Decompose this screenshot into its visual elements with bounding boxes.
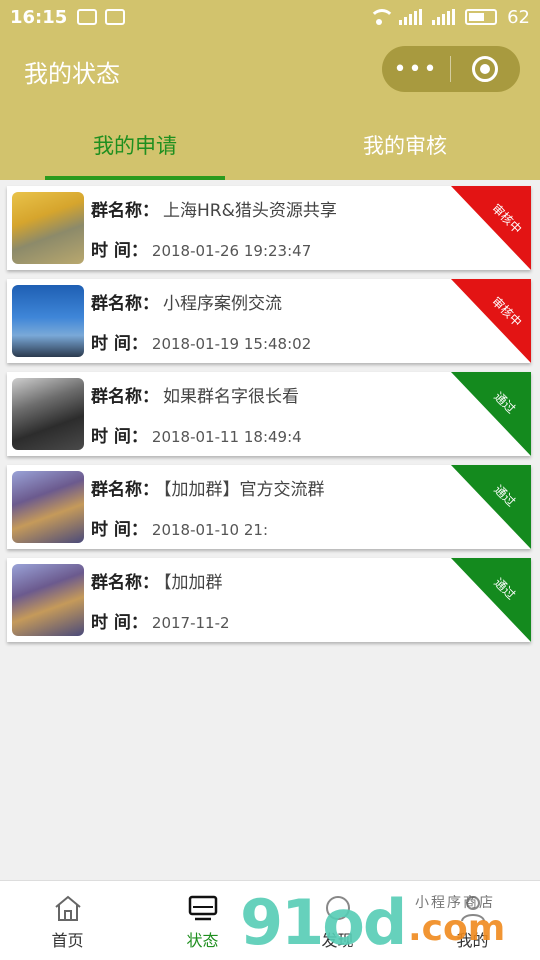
tab-bar: 我的申请 我的审核: [0, 106, 540, 180]
status-right: 62: [369, 7, 530, 28]
miniprogram-capsule: •••: [382, 46, 520, 92]
group-name: 上海HR&猎头资源共享: [163, 201, 337, 221]
group-name-label: 群名称：: [91, 387, 159, 407]
status-badge: 通过: [451, 465, 531, 549]
group-name-row: 群名称： 【加加群: [91, 568, 223, 593]
group-thumbnail: [12, 564, 84, 636]
group-name: 小程序案例交流: [163, 294, 282, 314]
nav-discover[interactable]: 发现: [270, 881, 405, 960]
time-value: 2018-01-11 18:49:4: [151, 428, 302, 446]
nav-discover-label: 发现: [321, 931, 354, 950]
time-label: 时 间：: [91, 334, 148, 354]
navbar: 我的状态 •••: [0, 34, 540, 106]
group-thumbnail: [12, 471, 84, 543]
nav-home-label: 首页: [51, 931, 84, 950]
status-badge: 审核中: [451, 186, 531, 270]
status-badge: 审核中: [451, 279, 531, 363]
list-item[interactable]: 群名称： 小程序案例交流 时 间： 2018-01-19 15:48:02 审核中: [7, 279, 531, 363]
group-name-label: 群名称：: [91, 573, 159, 593]
time-row: 时 间： 2018-01-11 18:49:4: [91, 422, 302, 447]
time-label: 时 间：: [91, 520, 148, 540]
group-name-label: 群名称：: [91, 294, 159, 314]
group-name: 【加加群】官方交流群: [163, 480, 325, 500]
close-button[interactable]: [451, 56, 519, 82]
list-item[interactable]: 群名称： 【加加群】官方交流群 时 间： 2018-01-10 21: 通过: [7, 465, 531, 549]
home-icon: [54, 895, 81, 921]
tab-my-reviews[interactable]: 我的审核: [270, 106, 540, 180]
time-label: 时 间：: [91, 241, 148, 261]
signal-icon: [399, 9, 423, 25]
notification-icon: [77, 9, 98, 25]
bottom-nav: 首页 状态 发现 我的: [0, 880, 540, 960]
tab-my-applications[interactable]: 我的申请: [0, 106, 270, 180]
screen: 16:15 62 我的状态 ••• 我的申请 我的审核 群名称：上海HR&猎头: [0, 0, 540, 960]
group-name-row: 群名称： 小程序案例交流: [91, 289, 282, 314]
time-value: 2018-01-10 21:: [151, 521, 269, 539]
nav-me[interactable]: 我的: [405, 881, 540, 960]
group-name-label: 群名称：: [91, 201, 159, 221]
list-item[interactable]: 群名称： 【加加群 时 间： 2017-11-2 通过: [7, 558, 531, 642]
group-name: 如果群名字很长看: [163, 387, 299, 407]
status-badge: 通过: [451, 372, 531, 456]
time-row: 时 间： 2018-01-19 15:48:02: [91, 329, 311, 354]
nav-me-label: 我的: [456, 931, 489, 950]
status-badge: 通过: [451, 558, 531, 642]
status-badge-bg: [451, 558, 531, 642]
user-icon: [460, 896, 485, 922]
time-row: 时 间： 2018-01-26 19:23:47: [91, 236, 311, 261]
time-row: 时 间： 2018-01-10 21:: [91, 515, 268, 540]
time-label: 时 间：: [91, 427, 148, 447]
group-name-row: 群名称： 如果群名字很长看: [91, 382, 299, 407]
nav-status-label: 状态: [186, 931, 219, 950]
status-bar: 16:15 62: [0, 0, 540, 34]
image-notification-icon: [105, 9, 126, 25]
time-value: 2017-11-2: [151, 614, 230, 632]
list-item[interactable]: 群名称： 如果群名字很长看 时 间： 2018-01-11 18:49:4 通过: [7, 372, 531, 456]
nav-home[interactable]: 首页: [0, 881, 135, 960]
list-item[interactable]: 群名称： 上海HR&猎头资源共享 时 间： 2018-01-26 19:23:47 …: [7, 186, 531, 270]
page-title: 我的状态: [24, 60, 120, 88]
close-target-icon: [472, 56, 498, 82]
group-name-row: 群名称： 【加加群】官方交流群: [91, 475, 325, 500]
status-time: 16:15: [10, 6, 68, 28]
battery-icon: [465, 9, 498, 25]
nav-status[interactable]: 状态: [135, 881, 270, 960]
group-name-row: 群名称： 上海HR&猎头资源共享: [91, 196, 337, 221]
time-value: 2018-01-26 19:23:47: [151, 242, 312, 260]
group-thumbnail: [12, 285, 84, 357]
time-label: 时 间：: [91, 613, 148, 633]
signal-icon-2: [432, 9, 456, 25]
group-name: 【加加群: [163, 573, 223, 593]
wifi-icon: [369, 9, 396, 25]
time-row: 时 间： 2017-11-2: [91, 608, 230, 633]
monitor-icon: [188, 895, 217, 921]
status-badge-bg: [451, 465, 531, 549]
more-button[interactable]: •••: [382, 57, 450, 82]
group-name-label: 群名称：: [91, 480, 159, 500]
application-list: 群名称： 上海HR&猎头资源共享 时 间： 2018-01-26 19:23:47 …: [7, 186, 531, 651]
group-thumbnail: [12, 192, 84, 264]
discover-icon: [325, 896, 350, 920]
battery-fill: [469, 13, 484, 21]
time-value: 2018-01-19 15:48:02: [151, 335, 312, 353]
group-thumbnail: [12, 378, 84, 450]
status-badge-bg: [451, 372, 531, 456]
battery-level: 62: [507, 6, 530, 28]
